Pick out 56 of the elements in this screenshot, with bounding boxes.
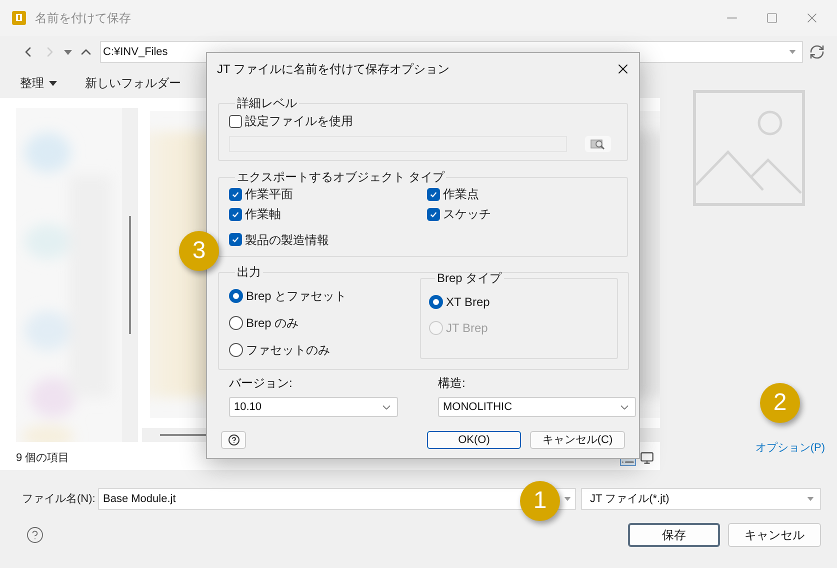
image-placeholder-icon <box>692 90 804 206</box>
checkbox[interactable]: 作業点 <box>427 185 479 203</box>
organize-button[interactable]: 整理 <box>20 74 57 92</box>
group-label: 出力 <box>236 265 262 279</box>
scrollbar[interactable] <box>122 108 138 442</box>
callout-badge: 2 <box>760 383 800 423</box>
field-label: バージョン: <box>229 375 294 392</box>
checkbox[interactable]: 作業軸 <box>229 205 281 223</box>
checkbox[interactable]: 製品の製造情報 <box>229 230 329 248</box>
maximize-icon[interactable] <box>766 12 778 24</box>
refresh-icon[interactable] <box>809 44 825 60</box>
help-icon[interactable] <box>26 526 44 544</box>
radio-button[interactable]: ファセットのみ <box>229 341 330 359</box>
app-icon <box>11 10 27 26</box>
preview-view-icon[interactable] <box>640 451 654 465</box>
window-title: 名前を付けて保存 <box>35 10 131 27</box>
folder-search-icon <box>590 138 606 150</box>
browse-button[interactable] <box>585 136 611 152</box>
check-icon <box>231 235 240 244</box>
scrollbar-thumb[interactable] <box>129 216 131 334</box>
check-icon <box>429 190 438 198</box>
save-button[interactable]: 保存 <box>628 523 720 547</box>
checkbox[interactable]: 設定ファイルを使用 <box>229 112 353 130</box>
caret-icon <box>49 80 57 86</box>
options-link[interactable]: オプション(P) <box>755 440 825 456</box>
cancel-button[interactable]: キャンセル(C) <box>530 431 625 449</box>
check-icon <box>231 210 240 218</box>
dropdown-select[interactable]: MONOLITHIC <box>438 397 636 417</box>
field-label: 構造: <box>438 375 466 392</box>
dropdown-select[interactable]: 10.10 <box>229 397 398 417</box>
new-folder-button[interactable]: 新しいフォルダー <box>85 74 181 92</box>
group-label: Brep タイプ <box>436 271 503 285</box>
ok-button[interactable]: OK(O) <box>427 431 521 449</box>
address-path: C:¥INV_Files <box>103 44 168 60</box>
dropdown-icon[interactable] <box>64 50 72 54</box>
dropdown-icon[interactable] <box>564 497 571 501</box>
group-label: 詳細レベル <box>236 96 298 110</box>
callout-badge: 1 <box>520 481 560 521</box>
file-name-value: Base Module.jt <box>103 492 176 507</box>
item-count: 9 個の項目 <box>16 450 70 466</box>
dropdown-icon <box>807 497 814 501</box>
check-icon <box>231 190 240 198</box>
help-icon <box>228 434 240 446</box>
dialog-title: JT ファイルに名前を付けて保存オプション <box>217 60 450 78</box>
radio-button[interactable]: Brep のみ <box>229 314 299 332</box>
file-type-select[interactable]: JT ファイル(*.jt) <box>581 488 821 510</box>
cancel-button[interactable]: キャンセル <box>728 523 821 547</box>
radio-button[interactable]: XT Brep <box>429 293 490 311</box>
check-icon <box>429 210 438 218</box>
radio-button[interactable]: Brep とファセット <box>229 287 347 305</box>
checkbox[interactable]: 作業平面 <box>229 185 293 203</box>
file-name-label: ファイル名(N): <box>22 492 96 507</box>
checkbox[interactable]: スケッチ <box>427 205 491 223</box>
group-label: エクスポートするオブジェクト タイプ <box>236 170 446 184</box>
dropdown-icon[interactable] <box>789 50 796 54</box>
help-button[interactable] <box>221 431 246 449</box>
